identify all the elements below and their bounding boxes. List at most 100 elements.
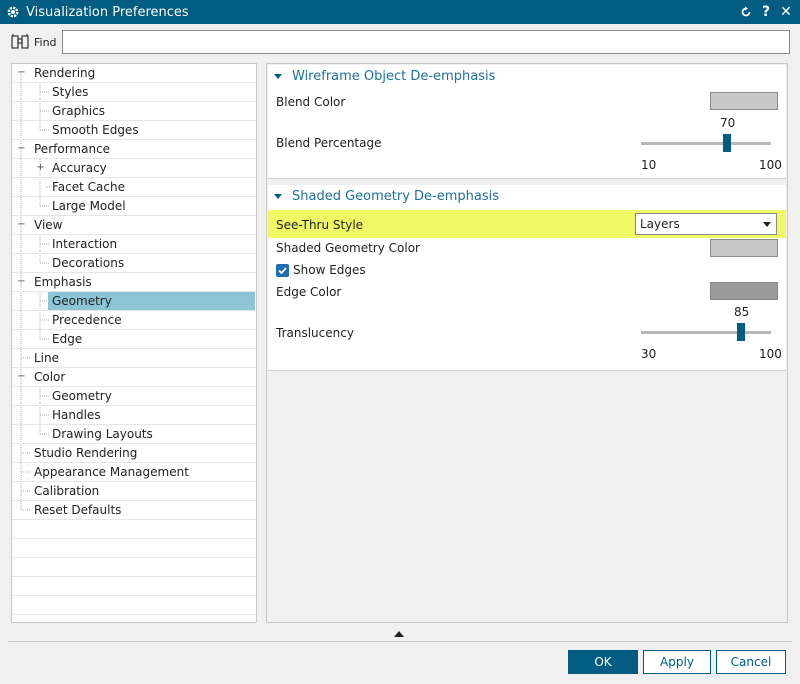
tree-empty-row — [12, 577, 256, 596]
tree-item-label: Geometry — [52, 389, 112, 403]
footer-divider — [8, 641, 792, 642]
tree-item-label: Calibration — [34, 484, 100, 498]
checkmark-icon — [278, 267, 287, 275]
tree-item-label: Decorations — [52, 256, 125, 270]
tree-item-label: Handles — [52, 408, 101, 422]
collapse-icon[interactable]: − — [17, 144, 26, 154]
tree-item[interactable]: Graphics — [12, 102, 256, 121]
tree-item[interactable]: Appearance Management — [12, 463, 256, 482]
tree-item[interactable]: Calibration — [12, 482, 256, 501]
see-thru-style-label: See-Thru Style — [276, 218, 364, 232]
tree-item-label: Precedence — [52, 313, 122, 327]
translucency-label: Translucency — [276, 326, 354, 340]
collapse-icon[interactable]: − — [17, 277, 26, 287]
translucency-value: 85 — [734, 305, 750, 319]
tree-item-label: Accuracy — [52, 161, 107, 175]
chevron-down-icon — [763, 222, 771, 227]
tree-item-label: Reset Defaults — [34, 503, 122, 517]
tree-item[interactable]: Drawing Layouts — [12, 425, 256, 444]
find-input[interactable] — [62, 30, 790, 54]
tree-item[interactable]: Geometry — [12, 387, 256, 406]
tree-empty-row — [12, 596, 256, 615]
tree-item-label: Rendering — [34, 66, 96, 80]
blend-percentage-value: 70 — [720, 116, 736, 130]
see-thru-style-dropdown[interactable]: Layers — [635, 213, 777, 235]
expand-icon[interactable]: + — [36, 163, 45, 173]
collapse-icon[interactable]: − — [17, 220, 26, 230]
tree-item-label: Facet Cache — [52, 180, 125, 194]
shaded-group: Shaded Geometry De-emphasis See-Thru Sty… — [268, 185, 786, 371]
tree-empty-row — [12, 558, 256, 577]
tree-item-label: Geometry — [52, 294, 112, 308]
tree-item[interactable]: − Rendering — [12, 64, 256, 83]
tree-item[interactable]: Large Model — [12, 197, 256, 216]
tree-item[interactable]: − Performance — [12, 140, 256, 159]
tree-item-label: Smooth Edges — [52, 123, 139, 137]
tree-item-label: Emphasis — [34, 275, 92, 289]
tree-item-label: Drawing Layouts — [52, 427, 153, 441]
help-icon[interactable]: ? — [756, 0, 776, 24]
blend-color-swatch[interactable] — [710, 92, 778, 110]
collapse-icon[interactable]: − — [17, 68, 26, 78]
binoculars-icon — [11, 34, 29, 49]
tree-item[interactable]: Reset Defaults — [12, 501, 256, 520]
tree-item[interactable]: Line — [12, 349, 256, 368]
collapse-up-icon[interactable] — [394, 631, 404, 637]
translucency-max: 100 — [759, 347, 782, 361]
tree-item-label: Styles — [52, 85, 89, 99]
collapse-triangle-icon — [274, 193, 282, 199]
show-edges-label: Show Edges — [293, 263, 366, 277]
tree-empty-row — [12, 615, 256, 622]
tree-item[interactable]: + Accuracy — [12, 159, 256, 178]
blend-percentage-min: 10 — [641, 158, 657, 172]
preferences-tree[interactable]: − Rendering Styles Graphics Smooth Edges − Per… — [11, 63, 257, 623]
tree-item[interactable]: Smooth Edges — [12, 121, 256, 140]
tree-item[interactable]: Handles — [12, 406, 256, 425]
blend-color-label: Blend Color — [276, 95, 346, 109]
show-edges-checkbox[interactable] — [276, 264, 289, 277]
find-label: Find — [34, 35, 57, 49]
shaded-geometry-color-swatch[interactable] — [710, 239, 778, 257]
tree-empty-row — [12, 520, 256, 539]
tree-item-label: Edge — [52, 332, 83, 346]
cancel-button[interactable]: Cancel — [716, 650, 786, 674]
window-title: Visualization Preferences — [26, 4, 189, 20]
ok-button[interactable]: OK — [568, 650, 638, 674]
apply-button[interactable]: Apply — [643, 650, 711, 674]
blend-percentage-max: 100 — [759, 158, 782, 172]
blend-percentage-label: Blend Percentage — [276, 136, 382, 150]
tree-item[interactable]: Edge — [12, 330, 256, 349]
wireframe-group-header[interactable]: Wireframe Object De-emphasis — [268, 65, 786, 87]
tree-item-label: Appearance Management — [34, 465, 189, 479]
edge-color-label: Edge Color — [276, 285, 342, 299]
find-bar: Find — [0, 26, 800, 58]
tree-item[interactable]: − Color — [12, 368, 256, 387]
tree-item[interactable]: Facet Cache — [12, 178, 256, 197]
wireframe-group-title: Wireframe Object De-emphasis — [292, 68, 496, 84]
reset-icon[interactable] — [736, 0, 756, 24]
tree-item[interactable]: − Emphasis — [12, 273, 256, 292]
tree-item[interactable]: Interaction — [12, 235, 256, 254]
tree-item[interactable]: Geometry — [12, 292, 256, 311]
close-icon[interactable]: ✕ — [776, 0, 796, 24]
translucency-slider[interactable] — [641, 331, 771, 334]
tree-item-label: Performance — [34, 142, 111, 156]
blend-percentage-slider-thumb[interactable] — [723, 134, 731, 152]
tree-item[interactable]: Studio Rendering — [12, 444, 256, 463]
collapse-icon[interactable]: − — [17, 372, 26, 382]
tree-item[interactable]: Precedence — [12, 311, 256, 330]
tree-item[interactable]: Decorations — [12, 254, 256, 273]
tree-item[interactable]: − View — [12, 216, 256, 235]
title-bar: Visualization Preferences ? ✕ — [0, 0, 800, 24]
tree-item-label: Interaction — [52, 237, 118, 251]
shaded-group-header[interactable]: Shaded Geometry De-emphasis — [268, 185, 786, 207]
gear-icon — [7, 6, 19, 18]
translucency-slider-thumb[interactable] — [737, 323, 745, 341]
see-thru-style-value: Layers — [640, 217, 680, 231]
tree-item[interactable]: Styles — [12, 83, 256, 102]
shaded-group-title: Shaded Geometry De-emphasis — [292, 188, 500, 204]
tree-item-label: Line — [34, 351, 60, 365]
edge-color-swatch[interactable] — [710, 282, 778, 300]
collapse-triangle-icon — [274, 73, 282, 79]
blend-percentage-slider[interactable] — [641, 142, 771, 145]
